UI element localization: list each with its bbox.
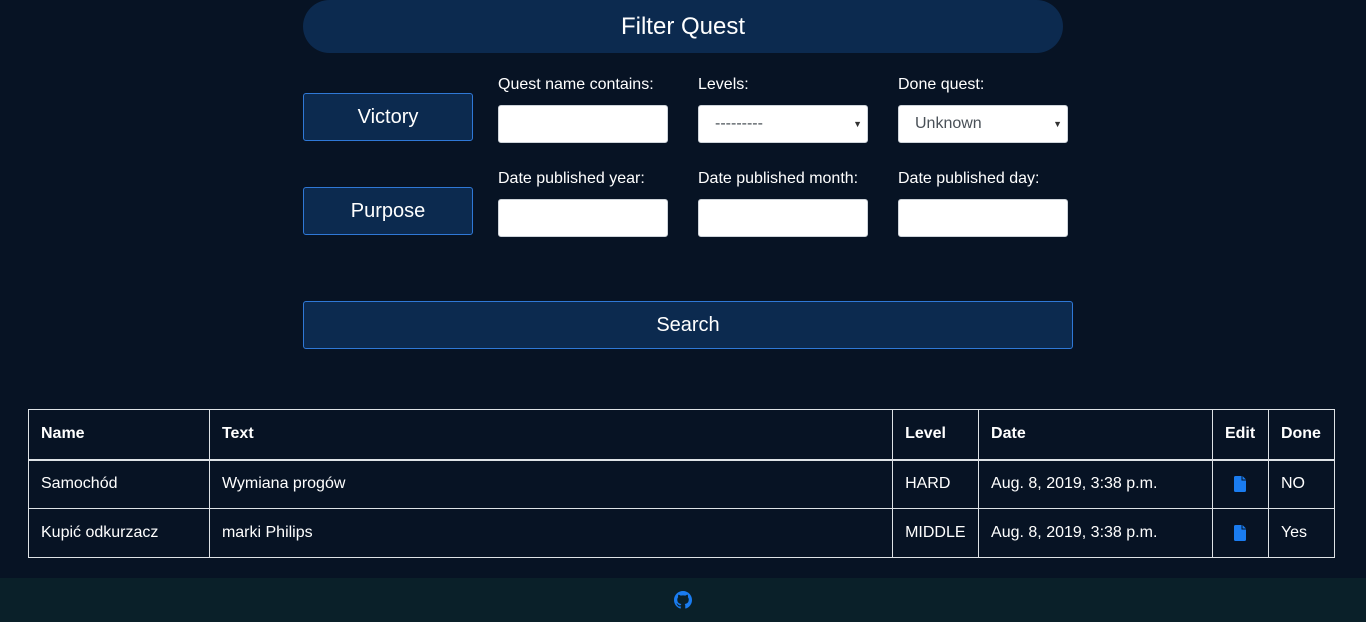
day-input[interactable] — [898, 199, 1068, 237]
done-quest-select[interactable]: Unknown ▼ — [898, 105, 1068, 143]
column-header-done[interactable]: Done — [1267, 409, 1336, 461]
quest-table: Name Text Level Date Edit Done Samochód … — [28, 409, 1336, 558]
cell-text: marki Philips — [208, 508, 894, 558]
page-title: Filter Quest — [303, 0, 1063, 53]
quest-name-input[interactable] — [498, 105, 668, 143]
day-label: Date published day: — [898, 170, 1040, 187]
column-header-text[interactable]: Text — [208, 409, 894, 461]
file-icon[interactable] — [1234, 524, 1247, 541]
quest-name-label: Quest name contains: — [498, 76, 654, 93]
caret-down-icon: ▼ — [1053, 119, 1062, 129]
levels-selected-value: --------- — [715, 115, 763, 132]
cell-level: HARD — [892, 459, 980, 509]
year-label: Date published year: — [498, 170, 645, 187]
column-header-date[interactable]: Date — [978, 409, 1213, 461]
done-quest-label: Done quest: — [898, 76, 985, 93]
levels-label: Levels: — [698, 76, 749, 93]
year-input[interactable] — [498, 199, 668, 237]
cell-name: Kupić odkurzacz — [28, 508, 210, 558]
table-row: Samochód Wymiana progów HARD Aug. 8, 201… — [28, 459, 1336, 509]
file-icon[interactable] — [1234, 476, 1247, 493]
cell-edit — [1211, 508, 1269, 558]
github-icon[interactable] — [674, 591, 692, 609]
cell-text: Wymiana progów — [208, 459, 894, 509]
levels-select[interactable]: --------- ▼ — [698, 105, 868, 143]
column-header-name[interactable]: Name — [28, 409, 210, 461]
table-row: Kupić odkurzacz marki Philips MIDDLE Aug… — [28, 508, 1336, 558]
purpose-button[interactable]: Purpose — [303, 187, 473, 235]
cell-level: MIDDLE — [892, 508, 980, 558]
cell-done: NO — [1267, 459, 1336, 509]
cell-name: Samochód — [28, 459, 210, 509]
cell-done: Yes — [1267, 508, 1336, 558]
caret-down-icon: ▼ — [853, 119, 862, 129]
column-header-level[interactable]: Level — [892, 409, 980, 461]
cell-date: Aug. 8, 2019, 3:38 p.m. — [978, 508, 1213, 558]
month-input[interactable] — [698, 199, 868, 237]
column-header-edit: Edit — [1211, 409, 1269, 461]
cell-date: Aug. 8, 2019, 3:38 p.m. — [978, 459, 1213, 509]
footer — [0, 578, 1366, 622]
month-label: Date published month: — [698, 170, 859, 187]
done-quest-selected-value: Unknown — [915, 115, 982, 132]
cell-edit — [1211, 459, 1269, 509]
search-button[interactable]: Search — [303, 301, 1073, 349]
table-header-row: Name Text Level Date Edit Done — [28, 409, 1336, 461]
victory-button[interactable]: Victory — [303, 93, 473, 141]
